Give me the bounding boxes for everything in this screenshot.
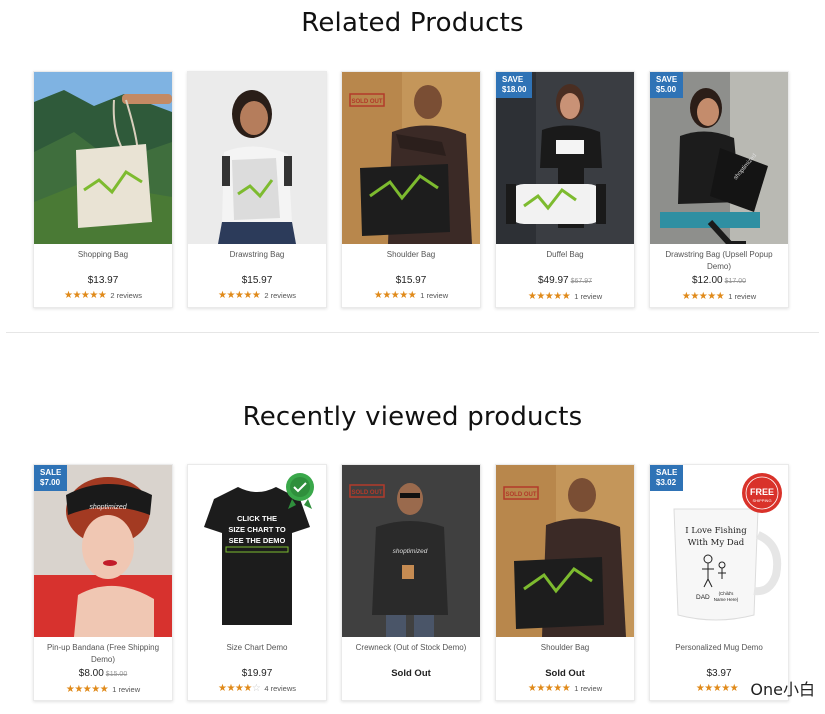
sold-out-stamp: SOLD OUT xyxy=(352,99,383,105)
product-price: $15.97 xyxy=(395,275,427,286)
product-name[interactable]: Drawstring Bag (Upsell Popup Demo) xyxy=(650,244,788,272)
product-card[interactable]: Shopping Bag $13.97 ★★★★★ 2 reviews xyxy=(33,71,173,308)
product-image[interactable]: SOLD OUT xyxy=(496,465,634,637)
product-image[interactable]: I Love Fishing With My Dad DAD (Child's … xyxy=(650,465,788,637)
product-image[interactable]: SOLD OUT xyxy=(342,72,480,244)
mug-text-line3: DAD xyxy=(696,594,710,601)
product-price: $13.97 xyxy=(87,275,119,286)
product-image[interactable] xyxy=(34,72,172,244)
sold-out-stamp: SOLD OUT xyxy=(506,492,537,498)
recently-viewed-title: Recently viewed products xyxy=(242,402,583,432)
product-card[interactable]: SOLD OUT Shoulder Bag Sold Out ★★★★★ 1 re… xyxy=(495,464,635,701)
review-count[interactable]: 1 review xyxy=(574,292,602,301)
product-card[interactable]: I Love Fishing With My Dad DAD (Child's … xyxy=(649,464,789,701)
star-rating-icon: ★★★★★ xyxy=(65,684,109,695)
mug-text-line5: Name Here) xyxy=(714,597,739,602)
mug-text-line1: I Love Fishing xyxy=(685,526,747,536)
recently-viewed-grid: shoptimized SALE $7.00 Pin-up Bandana (F… xyxy=(33,464,789,701)
tshirt-text-line2: SIZE CHART TO xyxy=(228,525,286,534)
product-name[interactable]: Shoulder Bag xyxy=(342,244,480,272)
product-name[interactable]: Size Chart Demo xyxy=(188,637,326,665)
sale-badge: SALE $7.00 xyxy=(34,465,68,491)
star-rating-icon: ★★★★★ xyxy=(217,290,261,301)
sold-out-label: Sold Out xyxy=(391,668,431,679)
product-card[interactable]: SOLD OUT shoptimized Crewneck (Out of St… xyxy=(341,464,481,701)
compare-at-price: $67.97 xyxy=(570,278,592,285)
star-rating-icon: ★★★★★ xyxy=(527,683,571,694)
watermark-text: One小白 xyxy=(750,680,815,699)
product-name[interactable]: Shopping Bag xyxy=(34,244,172,272)
crewneck-brand-text: shoptimized xyxy=(393,548,428,555)
sale-badge: SALE $3.02 xyxy=(650,465,684,491)
product-image[interactable] xyxy=(188,72,326,244)
product-name[interactable]: Personalized Mug Demo xyxy=(650,637,788,665)
product-card[interactable]: CLICK THE SIZE CHART TO SEE THE DEMO Siz… xyxy=(187,464,327,701)
bandana-brand-text: shoptimized xyxy=(89,504,127,511)
product-name[interactable]: Shoulder Bag xyxy=(496,637,634,665)
star-rating-icon: ★★★★★ xyxy=(681,291,725,302)
product-price: $12.00 xyxy=(691,275,723,286)
product-name[interactable]: Pin-up Bandana (Free Shipping Demo) xyxy=(34,637,172,665)
product-name[interactable]: Crewneck (Out of Stock Demo) xyxy=(342,637,480,665)
product-price: $19.97 xyxy=(241,668,273,679)
sold-out-stamp: SOLD OUT xyxy=(352,490,383,496)
product-price: $15.97 xyxy=(241,275,273,286)
save-badge: SAVE $5.00 xyxy=(650,72,684,98)
review-count[interactable]: 2 reviews xyxy=(264,291,296,300)
product-card[interactable]: Drawstring Bag $15.97 ★★★★★ 2 reviews xyxy=(187,71,327,308)
product-card[interactable]: SOLD OUT Shoulder Bag $15.97 ★★★★★ 1 revi… xyxy=(341,71,481,308)
product-card[interactable]: shoptimized SAVE $5.00 Drawstring Bag (U… xyxy=(649,71,789,308)
tshirt-text-line3: SEE THE DEMO xyxy=(229,536,286,545)
save-badge: SAVE $18.00 xyxy=(496,72,533,98)
product-image[interactable]: SOLD OUT shoptimized xyxy=(342,465,480,637)
review-count[interactable]: 1 review xyxy=(728,292,756,301)
star-rating-icon: ★★★★★ xyxy=(527,291,571,302)
free-shipping-text: FREE xyxy=(750,487,774,497)
review-count[interactable]: 1 review xyxy=(574,684,602,693)
section-divider xyxy=(6,332,819,333)
product-image[interactable]: SAVE $18.00 xyxy=(496,72,634,244)
product-image[interactable]: CLICK THE SIZE CHART TO SEE THE DEMO xyxy=(188,465,326,637)
star-rating-icon: ★★★★★ xyxy=(63,290,107,301)
star-rating-icon: ★★★★★ xyxy=(373,290,417,301)
product-name[interactable]: Drawstring Bag xyxy=(188,244,326,272)
related-products-title: Related Products xyxy=(301,8,524,38)
tshirt-text-line1: CLICK THE xyxy=(237,514,277,523)
product-price: $49.97 xyxy=(537,275,569,286)
sold-out-label: Sold Out xyxy=(545,668,585,679)
product-image[interactable]: shoptimized SAVE $5.00 xyxy=(650,72,788,244)
compare-at-price: $15.00 xyxy=(105,671,128,678)
mug-text-line4: (Child's xyxy=(719,591,735,596)
star-rating-icon: ★★★★☆ xyxy=(217,683,261,694)
product-name[interactable]: Duffel Bag xyxy=(496,244,634,272)
mug-text-line2: With My Dad xyxy=(688,538,745,548)
related-products-grid: Shopping Bag $13.97 ★★★★★ 2 reviews Draws… xyxy=(33,71,789,308)
product-price: $8.00 xyxy=(78,668,104,679)
review-count[interactable]: 1 review xyxy=(112,685,140,694)
review-count[interactable]: 4 reviews xyxy=(264,684,296,693)
review-count[interactable]: 2 reviews xyxy=(110,291,142,300)
compare-at-price: $17.00 xyxy=(724,278,746,285)
product-card[interactable]: shoptimized SALE $7.00 Pin-up Bandana (F… xyxy=(33,464,173,701)
product-card[interactable]: SAVE $18.00 Duffel Bag $49.97 $67.97 ★★★★… xyxy=(495,71,635,308)
product-price: $3.97 xyxy=(706,668,732,679)
product-image[interactable]: shoptimized SALE $7.00 xyxy=(34,465,172,637)
review-count[interactable]: 1 review xyxy=(420,291,448,300)
free-shipping-subtext: SHIPPING xyxy=(752,498,771,503)
star-rating-icon: ★★★★★ xyxy=(695,683,739,694)
